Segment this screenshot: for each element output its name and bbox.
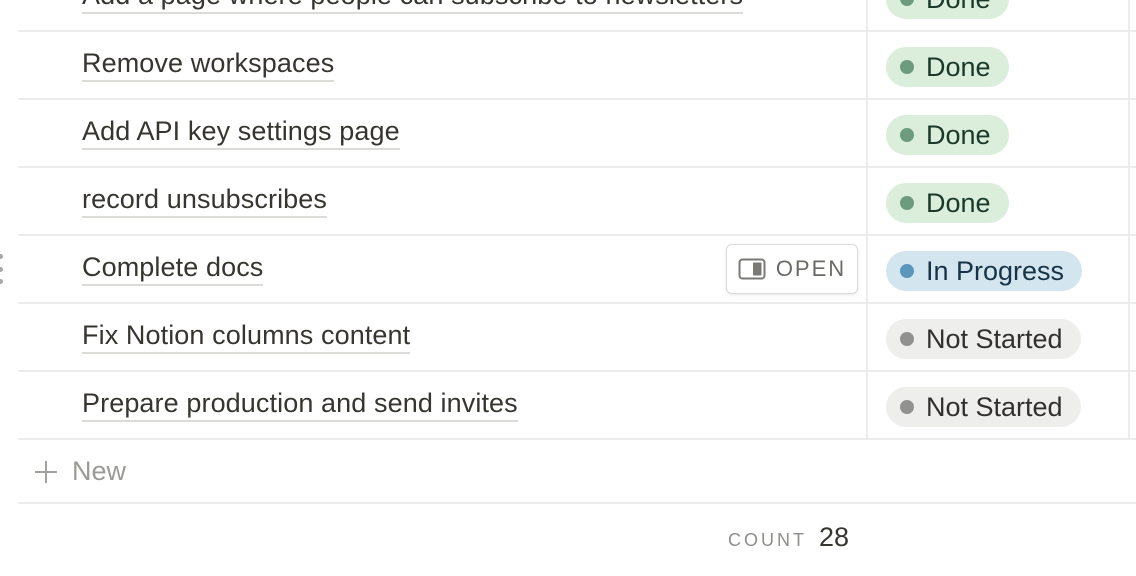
title-cell[interactable]: Fix Notion columns content [18,304,868,370]
status-dot [900,196,914,210]
open-button-label: OPEN [775,256,847,281]
row-title[interactable]: Fix Notion columns content [82,318,411,354]
table-row[interactable]: Add API key settings page Done [18,100,1136,168]
status-badge[interactable]: Not Started [886,319,1081,359]
title-cell[interactable]: Complete docs OPEN [18,236,868,302]
open-button[interactable]: OPEN [726,244,858,294]
status-label: Not Started [926,323,1063,354]
new-row-button[interactable]: New [18,440,1136,504]
table-row[interactable]: Prepare production and send invites Not … [18,372,1136,440]
title-cell[interactable]: Add a page where people can subscribe to… [18,0,868,30]
count-value: 28 [819,522,850,552]
status-dot [900,264,914,278]
status-cell[interactable]: Done [868,168,1130,234]
status-badge[interactable]: Done [886,0,1009,19]
title-cell[interactable]: Remove workspaces [18,32,868,98]
status-cell[interactable]: Done [868,32,1130,98]
status-cell[interactable]: Done [868,100,1130,166]
drag-handle-icon[interactable] [0,254,4,284]
status-badge[interactable]: In Progress [886,251,1083,291]
status-dot [900,400,914,414]
status-label: Done [926,51,991,82]
plus-icon [34,460,58,489]
table-row[interactable]: Add a page where people can subscribe to… [18,0,1136,32]
status-badge[interactable]: Done [886,183,1009,223]
title-cell[interactable]: Prepare production and send invites [18,372,868,438]
row-title[interactable]: Remove workspaces [82,46,335,82]
row-title[interactable]: Prepare production and send invites [82,386,518,422]
count-label: COUNT [728,530,807,550]
row-title[interactable]: Add a page where people can subscribe to… [82,0,744,14]
status-badge[interactable]: Done [886,115,1009,155]
database-table: Add a page where people can subscribe to… [0,0,1136,504]
status-dot [900,60,914,74]
status-badge[interactable]: Done [886,47,1009,87]
title-cell[interactable]: record unsubscribes [18,168,868,234]
table-row[interactable]: Fix Notion columns content Not Started [18,304,1136,372]
row-title[interactable]: Add API key settings page [82,114,400,150]
status-badge[interactable]: Not Started [886,387,1081,427]
status-dot [900,0,914,6]
status-cell[interactable]: Not Started [868,372,1130,438]
count-calculation[interactable]: COUNT 28 [728,522,849,553]
status-label: Done [926,187,991,218]
new-row-label: New [72,456,127,486]
table-row[interactable]: Complete docs OPEN In Progress [0,236,1136,304]
status-cell[interactable]: Not Started [868,304,1130,370]
status-cell[interactable]: In Progress [868,236,1130,302]
status-dot [900,128,914,142]
row-title[interactable]: record unsubscribes [82,182,328,218]
row-title[interactable]: Complete docs [82,250,264,286]
status-label: Done [926,119,991,150]
table-row[interactable]: record unsubscribes Done [18,168,1136,236]
title-cell[interactable]: Add API key settings page [18,100,868,166]
status-dot [900,332,914,346]
status-label: Not Started [926,391,1063,422]
status-label: In Progress [926,255,1065,286]
status-label: Done [926,0,991,15]
table-row[interactable]: Remove workspaces Done [18,32,1136,100]
status-cell[interactable]: Done [868,0,1130,30]
open-side-peek-icon [738,258,766,280]
